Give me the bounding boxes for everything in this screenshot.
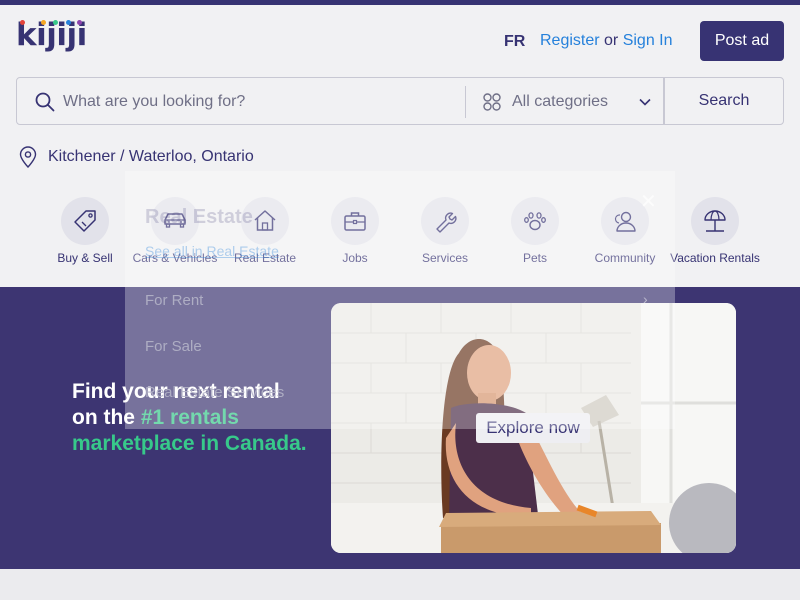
- category-circle: [691, 197, 739, 245]
- dropdown-see-all-link[interactable]: See all in Real Estate: [145, 243, 279, 259]
- beach-umbrella-icon: [704, 210, 726, 232]
- tag-icon: [74, 210, 96, 232]
- logo-dot-orange: [41, 20, 46, 25]
- category-vacation-rentals[interactable]: Vacation Rentals: [670, 197, 760, 265]
- logo-dot-green: [53, 20, 58, 25]
- signin-link[interactable]: Sign In: [623, 32, 673, 49]
- chevron-down-icon[interactable]: [638, 95, 652, 109]
- location-label: Kitchener / Waterloo, Ontario: [48, 148, 254, 165]
- dropdown-item[interactable]: Real Estate Services: [145, 384, 284, 401]
- logo-dot-purple: [77, 20, 82, 25]
- language-toggle[interactable]: FR: [504, 33, 525, 51]
- search-icon: [35, 92, 55, 112]
- chevron-right-icon: ›: [643, 291, 648, 307]
- category-label: Buy & Sell: [57, 251, 113, 265]
- close-icon[interactable]: ✕: [640, 189, 657, 214]
- location-pin-icon: [19, 146, 37, 168]
- dropdown-title: Real Estate: [145, 206, 253, 228]
- search-bar: All categories: [16, 77, 664, 125]
- search-divider: [465, 86, 466, 118]
- search-input[interactable]: [63, 90, 453, 114]
- post-ad-button[interactable]: Post ad: [700, 21, 784, 61]
- or-text: or: [599, 32, 623, 49]
- logo-dots: [16, 20, 82, 28]
- logo-dot-red: [20, 20, 25, 25]
- location-selector[interactable]: Kitchener / Waterloo, Ontario: [18, 146, 254, 168]
- logo-dot-blue: [66, 20, 71, 25]
- category-buy-sell[interactable]: Buy & Sell: [40, 197, 130, 265]
- category-grid-icon: [483, 93, 501, 111]
- auth-links: Register or Sign In: [540, 32, 673, 50]
- dropdown-item[interactable]: For Rent: [145, 292, 203, 309]
- search-button[interactable]: Search: [664, 77, 784, 125]
- category-label: Vacation Rentals: [670, 251, 760, 265]
- category-select[interactable]: All categories: [512, 93, 608, 111]
- page-footer-strip: [0, 569, 800, 600]
- register-link[interactable]: Register: [540, 32, 600, 49]
- category-circle: [61, 197, 109, 245]
- dropdown-item[interactable]: For Sale: [145, 338, 202, 355]
- category-dropdown-overlay: Real Estate See all in Real Estate For R…: [125, 171, 675, 429]
